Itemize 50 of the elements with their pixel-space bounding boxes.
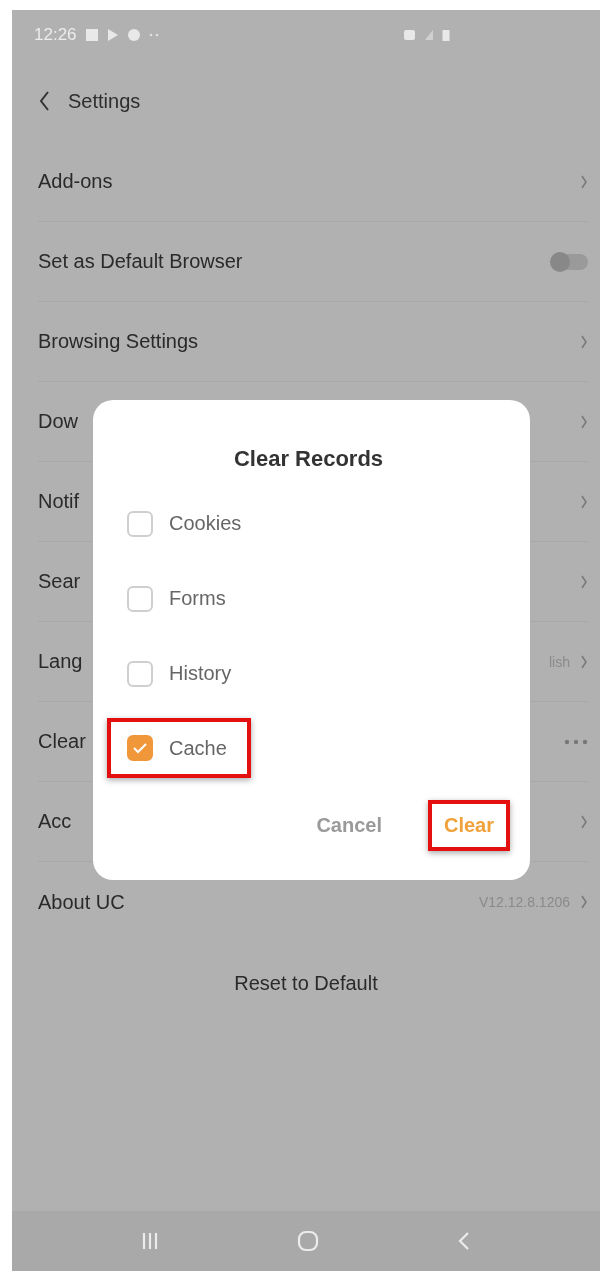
option-label: History — [169, 662, 232, 685]
checkbox[interactable] — [127, 660, 153, 687]
home-icon[interactable] — [297, 1230, 319, 1252]
chevron-icon — [580, 493, 588, 510]
checkbox-option[interactable]: Cache — [107, 718, 251, 778]
recents-icon[interactable] — [141, 1231, 159, 1251]
back-icon[interactable] — [38, 90, 50, 112]
option-label: Cookies — [169, 512, 242, 535]
settings-label: Add-ons — [38, 170, 113, 193]
settings-row[interactable]: Browsing Settings — [38, 302, 588, 382]
chevron-icon — [580, 573, 588, 590]
checkbox-option[interactable]: Forms — [107, 561, 250, 636]
settings-label: Sear — [38, 570, 81, 593]
checkbox-option[interactable]: History — [107, 636, 256, 711]
reset-button[interactable]: Reset to Default — [234, 972, 378, 995]
battery-icon — [442, 28, 450, 42]
circle-icon — [126, 28, 141, 42]
settings-row[interactable]: Set as Default Browser — [38, 222, 588, 302]
option-label: Forms — [169, 587, 226, 610]
settings-label: About UC — [38, 890, 125, 914]
settings-label: Notif — [38, 490, 80, 513]
alarm-icon — [403, 28, 416, 42]
settings-label: Acc — [38, 810, 72, 833]
dialog-title: Clear Records — [232, 446, 385, 472]
more-icon — [148, 33, 159, 37]
status-time: 12:26 — [34, 25, 77, 45]
check-icon — [132, 742, 148, 754]
play-icon — [106, 28, 119, 42]
settings-label: Clear — [38, 730, 86, 753]
settings-label: Lang — [38, 650, 83, 673]
chevron-icon — [580, 333, 588, 350]
chevron-icon — [580, 413, 588, 430]
settings-label: Set as Default Browser — [38, 250, 243, 273]
checkbox[interactable] — [127, 735, 153, 761]
checkbox-option[interactable]: Cookies — [107, 486, 266, 561]
checkbox[interactable] — [127, 585, 153, 612]
settings-row[interactable]: Add-ons — [38, 142, 588, 222]
chevron-icon — [580, 813, 588, 830]
checkbox[interactable] — [127, 510, 153, 537]
option-label: Cache — [169, 736, 227, 760]
settings-label: Browsing Settings — [38, 330, 199, 353]
settings-label: Dow — [38, 410, 78, 433]
chevron-icon — [580, 653, 588, 670]
more-icon[interactable] — [564, 738, 588, 745]
signal-icon — [424, 29, 434, 41]
chevron-icon — [580, 894, 588, 910]
image-icon — [84, 28, 99, 42]
page-title: Settings — [68, 89, 141, 113]
chevron-icon — [580, 173, 588, 190]
toggle-switch[interactable] — [552, 253, 588, 270]
